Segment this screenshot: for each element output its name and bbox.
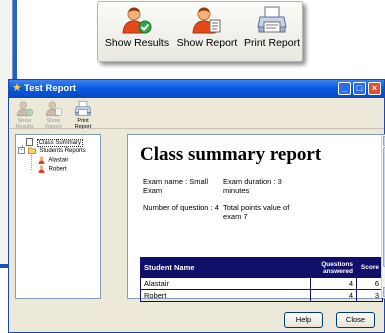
column-questions-answered: Questions answered [310,257,357,278]
score-cell: 6 [356,277,383,290]
show-report-label: Show Report [176,37,238,49]
dialog-show-results-label: Show Results [15,118,34,130]
table-header-row: Student Name Questions answered Score [140,257,383,278]
tree-item-label: Robert [48,166,67,173]
report-title: Class summary report [140,144,322,165]
minimize-button[interactable]: _ [338,82,351,95]
dialog-toolbar: Show Results Show Report Print Report [9,98,384,130]
help-button[interactable]: Help [284,312,323,328]
print-report-button[interactable]: Print Report [242,6,302,49]
tree-item-label: Students Reports [39,148,86,155]
exam-duration: Exam duration : 3 minutes [223,177,282,195]
table-row: Alastair 4 6 [140,277,383,290]
folder-icon [27,147,36,154]
tree-item-class-summary[interactable]: Class Summary [26,138,84,147]
tree-item-student[interactable]: Alastair [38,156,68,165]
tree-item-label: Class Summary [36,138,84,147]
document-icon [26,138,33,146]
test-report-dialog: ★ Test Report _ □ × Show Results Show Re… [8,79,385,333]
show-report-button[interactable]: Show Report [174,6,240,49]
dialog-titlebar[interactable]: ★ Test Report _ □ × [9,80,384,98]
tree-item-label: Alastair [48,157,69,164]
show-results-icon [16,101,33,117]
show-report-icon [192,7,221,34]
answered-cell: 4 [310,289,357,302]
student-icon [38,156,45,164]
dialog-print-report-button[interactable]: Print Report [69,100,97,130]
dialog-title: Test Report [24,83,77,94]
table-row: Robert 4 3 [140,289,383,302]
show-results-icon [122,7,152,34]
tree-item-students-reports[interactable]: - Students Reports [18,147,86,155]
student-icon [38,165,45,173]
report-tree: Class Summary - Students Reports Alastai… [15,134,101,299]
tree-item-student[interactable]: Robert [38,165,67,174]
maximize-button[interactable]: □ [353,82,366,95]
dialog-show-report-label: Show Report [45,118,62,130]
report-pane: Class summary report Exam name : Small E… [127,134,385,302]
answered-cell: 4 [310,277,357,290]
tree-expander[interactable]: - [18,147,25,154]
show-results-button[interactable]: Show Results [104,6,170,49]
print-report-icon [257,6,287,33]
dialog-show-report-button[interactable]: Show Report [40,100,67,130]
column-student-name: Student Name [140,257,311,278]
student-name-cell: Robert [140,289,311,302]
exam-name: Exam name : Small Exam [143,177,209,195]
show-results-label: Show Results [104,37,170,49]
student-name-cell: Alastair [140,277,311,290]
toolbar-panel: Show Results Show Report Print Report [97,1,303,62]
print-report-label: Print Report [243,37,301,49]
number-of-questions: Number of question : 4 [143,203,219,212]
tree-connector [31,155,32,170]
app-star-icon: ★ [12,82,22,94]
column-score: Score [356,257,383,278]
total-points: Total points value of exam 7 [223,203,290,221]
print-report-icon [74,100,92,116]
score-cell: 3 [356,289,383,302]
close-button[interactable]: Close [336,312,375,328]
close-window-button[interactable]: × [368,82,381,95]
results-table: Student Name Questions answered Score Al… [140,257,383,302]
show-report-icon [45,101,62,117]
report-vertical-scrollbar[interactable]: ▲ ▼ [381,135,385,298]
dialog-show-results-button[interactable]: Show Results [11,100,38,130]
dialog-print-report-label: Print Report [74,118,92,130]
